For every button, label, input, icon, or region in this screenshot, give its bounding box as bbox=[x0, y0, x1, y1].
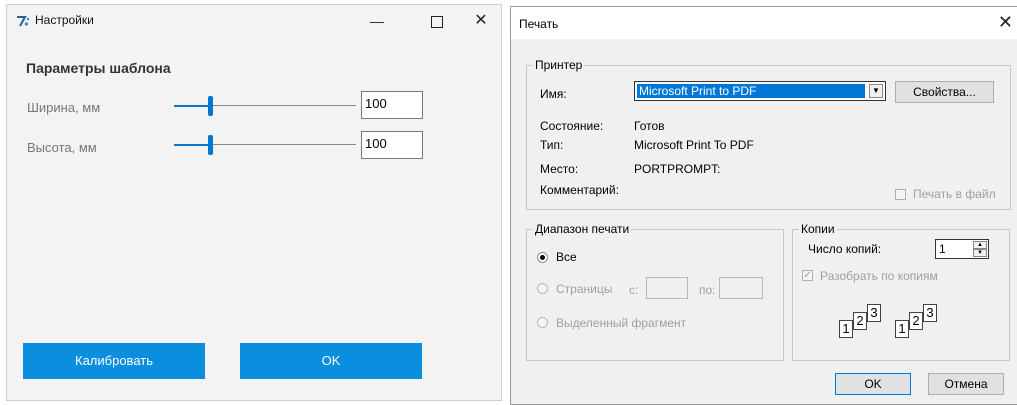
copies-label: Число копий: bbox=[808, 242, 882, 256]
slider-track-filled bbox=[174, 105, 210, 107]
chevron-up-icon[interactable]: ▲ bbox=[973, 241, 987, 249]
status-label: Состояние: bbox=[540, 119, 604, 133]
print-close-button[interactable]: ✕ bbox=[998, 12, 1013, 33]
page-3-icon: 3 bbox=[923, 304, 937, 322]
width-input[interactable]: 100 bbox=[361, 91, 423, 119]
page-2-icon: 2 bbox=[909, 312, 923, 330]
calibrate-button[interactable]: Калибровать bbox=[23, 343, 205, 379]
chevron-down-icon[interactable]: ▼ bbox=[973, 249, 987, 257]
copies-stepper[interactable]: 1 ▲ ▼ bbox=[935, 239, 989, 259]
name-label: Имя: bbox=[540, 87, 567, 101]
copies-group-label: Копии bbox=[799, 222, 837, 236]
slider-thumb[interactable] bbox=[208, 135, 213, 155]
settings-title: Настройки bbox=[35, 13, 94, 27]
slider-thumb[interactable] bbox=[208, 96, 213, 116]
range-to-input[interactable] bbox=[719, 277, 763, 299]
where-label: Место: bbox=[540, 162, 579, 176]
copies-value: 1 bbox=[939, 242, 946, 256]
slider-track bbox=[210, 105, 356, 106]
slider-track-filled bbox=[174, 144, 210, 146]
collate-label: Разобрать по копиям bbox=[820, 269, 938, 283]
range-selection-radio[interactable] bbox=[537, 317, 548, 328]
page-1-icon: 1 bbox=[839, 320, 853, 338]
page-3-icon: 3 bbox=[867, 304, 881, 322]
range-pages-label: Страницы bbox=[556, 282, 613, 296]
where-value: PORTPROMPT: bbox=[634, 162, 721, 176]
height-slider[interactable] bbox=[174, 135, 356, 155]
print-dialog: Печать ✕ Принтер Имя: Microsoft Print to… bbox=[510, 6, 1017, 405]
print-to-file-checkbox[interactable] bbox=[895, 189, 906, 200]
maximize-icon bbox=[431, 16, 443, 28]
page-1-icon: 1 bbox=[895, 320, 909, 338]
range-group-label: Диапазон печати bbox=[533, 222, 632, 236]
type-value: Microsoft Print To PDF bbox=[634, 138, 754, 152]
print-to-file-label: Печать в файл bbox=[913, 187, 996, 201]
range-to-label: по: bbox=[699, 283, 716, 297]
maximize-button[interactable] bbox=[423, 11, 451, 31]
range-pages-radio[interactable] bbox=[537, 283, 548, 294]
properties-button[interactable]: Свойства... bbox=[895, 81, 994, 103]
collate-checkbox[interactable]: ✓ bbox=[802, 270, 813, 281]
height-input[interactable]: 100 bbox=[361, 131, 423, 159]
printer-name-value: Microsoft Print to PDF bbox=[637, 84, 865, 98]
status-value: Готов bbox=[634, 119, 665, 133]
width-slider[interactable] bbox=[174, 96, 356, 116]
range-selection-label: Выделенный фрагмент bbox=[556, 316, 687, 330]
type-label: Тип: bbox=[540, 138, 564, 152]
chevron-down-icon[interactable]: ▼ bbox=[869, 84, 883, 98]
comment-label: Комментарий: bbox=[540, 183, 619, 197]
settings-window: Настройки — ✕ Параметры шаблона Ширина, … bbox=[6, 4, 502, 401]
slider-track bbox=[210, 144, 356, 145]
app-icon bbox=[17, 16, 30, 27]
print-title: Печать bbox=[519, 17, 559, 31]
range-from-input[interactable] bbox=[646, 277, 688, 299]
ok-button[interactable]: OK bbox=[240, 343, 422, 379]
range-all-radio[interactable] bbox=[537, 252, 548, 263]
print-titlebar: Печать ✕ bbox=[511, 7, 1017, 39]
minimize-button[interactable]: — bbox=[363, 11, 391, 31]
section-title: Параметры шаблона bbox=[26, 60, 171, 76]
printer-group-label: Принтер bbox=[533, 58, 585, 72]
printer-name-select[interactable]: Microsoft Print to PDF ▼ bbox=[634, 81, 886, 101]
width-label: Ширина, мм bbox=[27, 100, 101, 115]
close-button[interactable]: ✕ bbox=[467, 11, 495, 31]
print-cancel-button[interactable]: Отмена bbox=[928, 373, 1004, 395]
height-label: Высота, мм bbox=[27, 140, 97, 155]
range-from-label: с: bbox=[629, 283, 639, 297]
page-2-icon: 2 bbox=[853, 312, 867, 330]
range-all-label: Все bbox=[556, 250, 577, 264]
print-ok-button[interactable]: OK bbox=[835, 373, 911, 395]
settings-titlebar: Настройки — ✕ bbox=[7, 5, 501, 37]
